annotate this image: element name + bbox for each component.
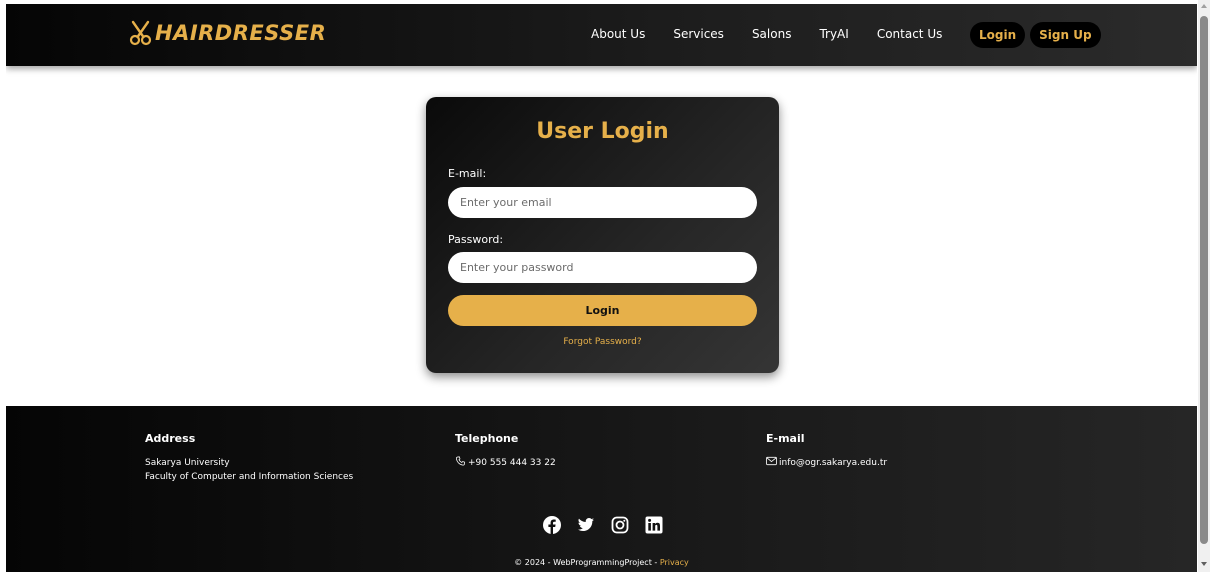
- nav-link-tryai[interactable]: TryAI: [819, 27, 848, 41]
- privacy-link[interactable]: Privacy: [660, 558, 689, 567]
- nav-signup-button[interactable]: Sign Up: [1030, 22, 1101, 48]
- footer-email-title: E-mail: [766, 432, 805, 445]
- login-card: User Login E-mail: Password: Login Forgo…: [426, 97, 779, 373]
- nav-link-contact-us[interactable]: Contact Us: [877, 27, 943, 41]
- email-field[interactable]: [448, 187, 757, 218]
- footer-address-line2: Faculty of Computer and Information Scie…: [145, 472, 354, 482]
- footer-telephone-value: +90 555 444 33 22: [468, 458, 556, 468]
- scissors-icon: [129, 20, 152, 46]
- auth-buttons: Login Sign Up: [970, 22, 1106, 48]
- footer-telephone-title: Telephone: [455, 432, 519, 445]
- scrollbar[interactable]: [1198, 0, 1210, 572]
- nav-link-salons[interactable]: Salons: [752, 27, 792, 41]
- nav-links: About Us Services Salons TryAI Contact U…: [591, 27, 970, 41]
- copyright-text: © 2024 - WebProgrammingProject -: [514, 558, 658, 567]
- footer-email-value[interactable]: info@ogr.sakarya.edu.tr: [779, 458, 887, 468]
- login-title: User Login: [536, 119, 669, 144]
- footer-address-title: Address: [145, 432, 196, 445]
- instagram-icon[interactable]: [611, 516, 629, 534]
- footer-email: E-mail info@ogr.sakarya.edu.tr: [766, 432, 887, 470]
- scroll-up-arrow-icon[interactable]: [1201, 4, 1207, 8]
- phone-icon: [456, 456, 466, 466]
- brand-logo[interactable]: HAIRDRESSER: [129, 20, 326, 46]
- social-links: [543, 516, 679, 534]
- footer-telephone-line: +90 555 444 33 22: [455, 456, 556, 470]
- password-label: Password:: [448, 233, 504, 246]
- email-label: E-mail:: [448, 167, 487, 180]
- footer-telephone: Telephone +90 555 444 33 22: [455, 432, 556, 470]
- nav-login-button[interactable]: Login: [970, 22, 1026, 48]
- footer-address-line1: Sakarya University: [145, 458, 230, 468]
- page: HAIRDRESSER About Us Services Salons Try…: [6, 4, 1197, 572]
- facebook-icon[interactable]: [543, 516, 561, 534]
- scroll-down-arrow-icon[interactable]: [1201, 562, 1207, 566]
- scrollbar-thumb[interactable]: [1200, 16, 1208, 544]
- envelope-icon: [766, 456, 777, 466]
- footer-address: Address Sakarya University Faculty of Co…: [145, 432, 353, 484]
- nav-link-about-us[interactable]: About Us: [591, 27, 645, 41]
- nav-link-services[interactable]: Services: [673, 27, 724, 41]
- navbar: HAIRDRESSER About Us Services Salons Try…: [6, 4, 1197, 66]
- twitter-icon[interactable]: [577, 516, 595, 534]
- password-field[interactable]: [448, 252, 757, 283]
- login-button[interactable]: Login: [448, 295, 757, 326]
- brand-name: HAIRDRESSER: [155, 21, 327, 45]
- copyright: © 2024 - WebProgrammingProject - Privacy: [6, 558, 1197, 567]
- linkedin-icon[interactable]: [645, 516, 663, 534]
- forgot-password-link[interactable]: Forgot Password?: [426, 337, 779, 347]
- footer: Address Sakarya University Faculty of Co…: [6, 406, 1197, 572]
- footer-email-line: info@ogr.sakarya.edu.tr: [766, 456, 887, 470]
